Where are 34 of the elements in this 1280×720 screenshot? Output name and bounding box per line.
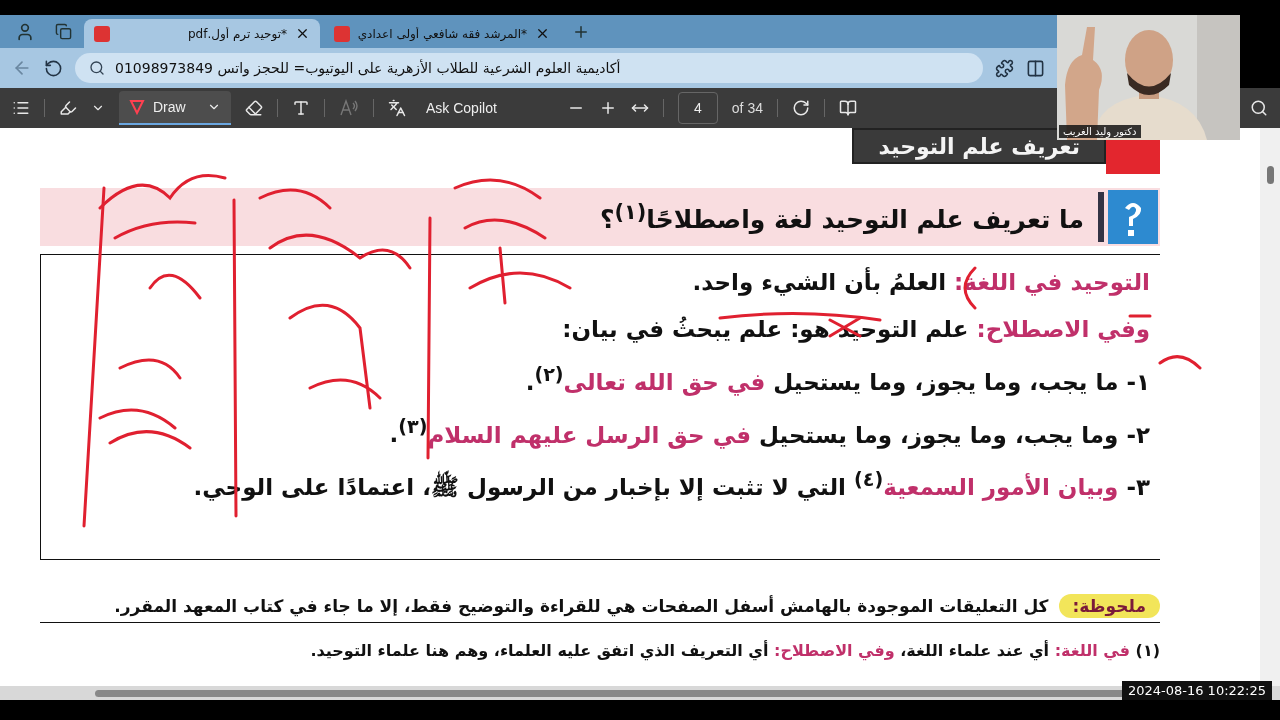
timestamp: 2024-08-16 10:22:25 bbox=[1121, 681, 1272, 700]
vertical-scrollbar[interactable] bbox=[1260, 128, 1280, 686]
ask-copilot-button[interactable]: Ask Copilot bbox=[420, 100, 503, 116]
presenter-name: دكتور وليد الغريب bbox=[1059, 125, 1141, 138]
contents-icon[interactable] bbox=[12, 99, 30, 117]
pdf-icon bbox=[94, 25, 110, 42]
page-view-icon[interactable] bbox=[838, 99, 857, 117]
pen-icon bbox=[129, 99, 145, 115]
address-field[interactable]: أكاديمية العلوم الشرعية للطلاب الأزهرية على اليوتيوب= للحجز واتس 01098973849 bbox=[75, 53, 983, 83]
question-mark-icon bbox=[1098, 188, 1160, 246]
rotate-icon[interactable] bbox=[791, 99, 810, 117]
extensions-icon[interactable] bbox=[995, 58, 1014, 78]
split-screen-icon[interactable] bbox=[1026, 58, 1045, 78]
question-title: ما تعريف علم التوحيد لغة واصطلاحًا$^{(١)}$؟ bbox=[600, 199, 1085, 235]
search-icon bbox=[89, 60, 105, 76]
page-count: of 34 bbox=[731, 100, 763, 116]
note-text: كل التعليقات الموجودة بالهامش أسفل الصفحات هي للقراءة والتوضيح فقط، إلا ما جاء في كتاب المعهد المقرر. bbox=[114, 596, 1049, 616]
highlighter-icon[interactable] bbox=[59, 99, 77, 117]
eraser-icon[interactable] bbox=[245, 99, 263, 117]
pdf-icon bbox=[334, 25, 350, 42]
close-icon[interactable] bbox=[295, 26, 310, 41]
profile-icon[interactable] bbox=[15, 21, 35, 42]
draw-button[interactable]: Draw bbox=[119, 91, 231, 125]
tab-actions-icon[interactable] bbox=[54, 23, 72, 40]
definition-item: ١- ما يجب، وما يجوز، وما يستحيل في حق الله تعالى$^{(٢)}$. bbox=[525, 363, 1150, 395]
reload-icon[interactable] bbox=[44, 58, 63, 78]
close-icon[interactable] bbox=[535, 26, 550, 41]
page-number-field[interactable]: 4 bbox=[677, 92, 718, 124]
translate-icon[interactable] bbox=[388, 99, 406, 117]
search-icon[interactable] bbox=[1250, 99, 1268, 117]
horizontal-scrollbar[interactable] bbox=[0, 686, 1280, 700]
text-box-icon[interactable] bbox=[292, 99, 310, 117]
footnote: (١) في اللغة: أي عند علماء اللغة، وفي الاصطلاح: أي التعريف الذي اتفق عليه العلماء، وهم هنا علماء التوحيد. bbox=[309, 641, 1160, 660]
note-label: ملحوظة: bbox=[1058, 594, 1160, 618]
